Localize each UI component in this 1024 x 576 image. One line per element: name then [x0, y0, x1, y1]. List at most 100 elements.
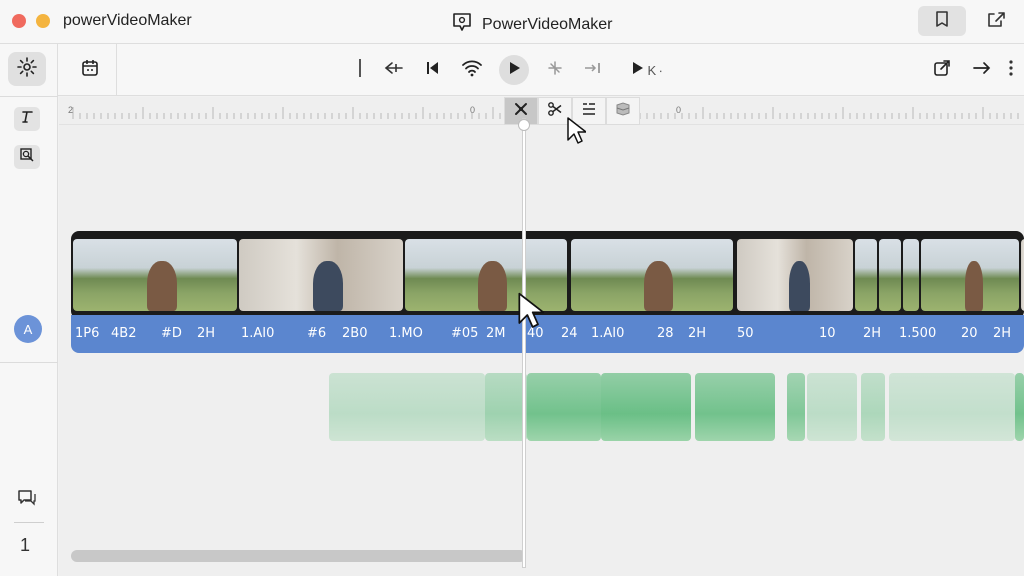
clip-label: 10 — [819, 326, 836, 341]
timeline-canvas[interactable]: 2 0 0 1P6 4B2 #D 2H 1.AI0 #6 2B0 1.MO #0… — [59, 97, 1024, 576]
marker-icon — [358, 58, 362, 82]
magnifier-icon — [19, 147, 35, 168]
scissors-icon — [547, 101, 563, 122]
clip-label: 1.MO — [389, 326, 423, 341]
play-button[interactable] — [499, 55, 529, 85]
keyframe-label: K ∙ — [647, 62, 663, 78]
keyframe-button[interactable]: K ∙ — [620, 56, 674, 84]
avatar[interactable]: A — [14, 315, 42, 343]
clip-label: 24 — [561, 326, 578, 341]
video-thumbnail[interactable] — [903, 239, 919, 311]
window-title: PowerVideoMaker — [450, 10, 612, 39]
broadcast-button[interactable] — [458, 56, 486, 84]
cursor-arrow-icon — [515, 291, 545, 336]
text-tool-button[interactable] — [14, 107, 40, 131]
close-window-button[interactable] — [12, 14, 26, 28]
clip-label: 2H — [993, 326, 1012, 341]
video-thumbnail[interactable] — [239, 239, 403, 311]
audio-clip[interactable] — [1015, 373, 1024, 441]
gear-icon — [16, 56, 38, 83]
thumbnail-image — [879, 239, 901, 311]
left-sidebar: A 1 — [0, 44, 58, 576]
minimize-window-button[interactable] — [36, 14, 50, 28]
audio-clip[interactable] — [889, 373, 1015, 441]
audio-clip[interactable] — [807, 373, 857, 441]
more-button[interactable] — [1004, 56, 1018, 84]
audio-clip[interactable] — [695, 373, 775, 441]
split-button[interactable] — [542, 56, 568, 84]
settings-button[interactable] — [8, 52, 46, 86]
play-small-icon — [632, 61, 644, 80]
wifi-icon — [461, 59, 483, 82]
video-thumbnail[interactable] — [73, 239, 237, 311]
play-icon — [506, 60, 522, 81]
app-name: powerVideoMaker — [63, 12, 192, 29]
video-track[interactable] — [71, 231, 1024, 319]
window-title-text: PowerVideoMaker — [482, 15, 613, 33]
app-logo-icon — [450, 10, 474, 39]
video-thumbnail[interactable] — [855, 239, 877, 311]
video-thumbnail[interactable] — [879, 239, 901, 311]
person-silhouette — [965, 261, 983, 311]
ruler-label: 0 — [470, 105, 476, 115]
page-number: 1 — [20, 535, 31, 555]
step-back-icon — [382, 60, 404, 81]
arrow-right-icon — [972, 61, 992, 80]
step-back-button[interactable] — [380, 56, 406, 84]
person-silhouette — [478, 261, 507, 311]
clip-label: 2H — [863, 326, 882, 341]
calendar-button[interactable] — [74, 56, 106, 84]
audio-clip[interactable] — [601, 373, 691, 441]
audio-clip[interactable] — [527, 373, 601, 441]
video-thumbnail[interactable] — [921, 239, 1019, 311]
playback-toolbar: K ∙ — [58, 44, 1024, 96]
export-button[interactable] — [928, 56, 956, 84]
audio-clip[interactable] — [861, 373, 885, 441]
video-thumbnail[interactable] — [571, 239, 733, 311]
clip-labels-bar[interactable]: 1P6 4B2 #D 2H 1.AI0 #6 2B0 1.MO #05 2M 4… — [71, 315, 1024, 353]
bookmark-icon — [932, 9, 952, 34]
clip-label: 1P6 — [75, 326, 100, 341]
playhead[interactable] — [523, 119, 525, 567]
calendar-icon — [80, 58, 100, 83]
thumbnail-image — [903, 239, 919, 311]
next-marker-button[interactable] — [580, 56, 606, 84]
comments-button[interactable] — [14, 488, 40, 512]
previous-frame-button[interactable] — [420, 56, 444, 84]
clip-label: 2B0 — [342, 326, 368, 341]
audio-clip[interactable] — [329, 373, 485, 441]
person-silhouette — [644, 261, 673, 311]
clip-label: 1.AI0 — [241, 326, 275, 341]
clip-label: 2H — [688, 326, 707, 341]
playhead-handle[interactable] — [518, 119, 530, 131]
clip-label: 4B2 — [111, 326, 137, 341]
audio-clip[interactable] — [485, 373, 527, 441]
comment-icon — [17, 489, 37, 512]
clip-label: 2M — [486, 326, 506, 341]
layers-tool-button[interactable] — [606, 97, 640, 125]
bookmark-button[interactable] — [918, 6, 966, 36]
video-thumbnail[interactable] — [737, 239, 853, 311]
next-marker-icon — [583, 60, 603, 81]
ruler-label: 2 — [68, 105, 74, 115]
split-icon — [546, 59, 564, 82]
share-button[interactable] — [980, 6, 1012, 36]
page-divider — [14, 522, 44, 523]
audio-clip[interactable] — [787, 373, 805, 441]
person-silhouette — [313, 261, 343, 311]
clip-label: 50 — [737, 326, 754, 341]
inspect-tool-button[interactable] — [14, 145, 40, 169]
clip-label: #6 — [307, 326, 327, 341]
horizontal-scrollbar[interactable] — [71, 550, 526, 562]
previous-frame-icon — [424, 60, 440, 81]
export-icon — [932, 58, 952, 83]
rail-divider — [0, 96, 58, 97]
clip-label: 20 — [961, 326, 978, 341]
toolbar-divider — [116, 44, 117, 96]
share-icon — [985, 8, 1007, 35]
thumbnail-image — [855, 239, 877, 311]
clip-label: 1.500 — [899, 326, 937, 341]
clip-label: 2H — [197, 326, 216, 341]
marker-button[interactable] — [354, 56, 366, 84]
forward-button[interactable] — [968, 56, 996, 84]
